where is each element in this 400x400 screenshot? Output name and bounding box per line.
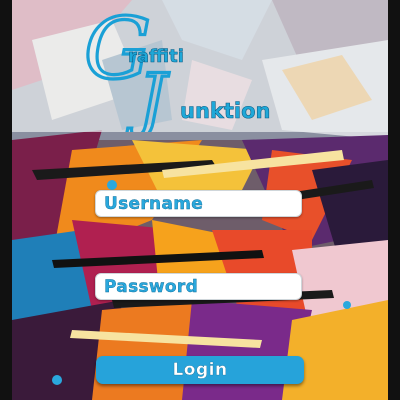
password-field[interactable]: Password [95,273,302,300]
logo-word-unktion: unktion [180,99,270,123]
password-input[interactable] [96,274,301,299]
username-input[interactable] [96,191,301,216]
letterbox-left [0,0,12,400]
username-field[interactable]: Username [95,190,302,217]
login-button-label: Login [172,360,228,380]
app-logo: G raffiti J unktion [82,0,270,132]
login-button[interactable]: Login [96,356,304,384]
login-screen: G raffiti J unktion Username Password Lo… [0,0,400,400]
letterbox-right [388,0,400,400]
